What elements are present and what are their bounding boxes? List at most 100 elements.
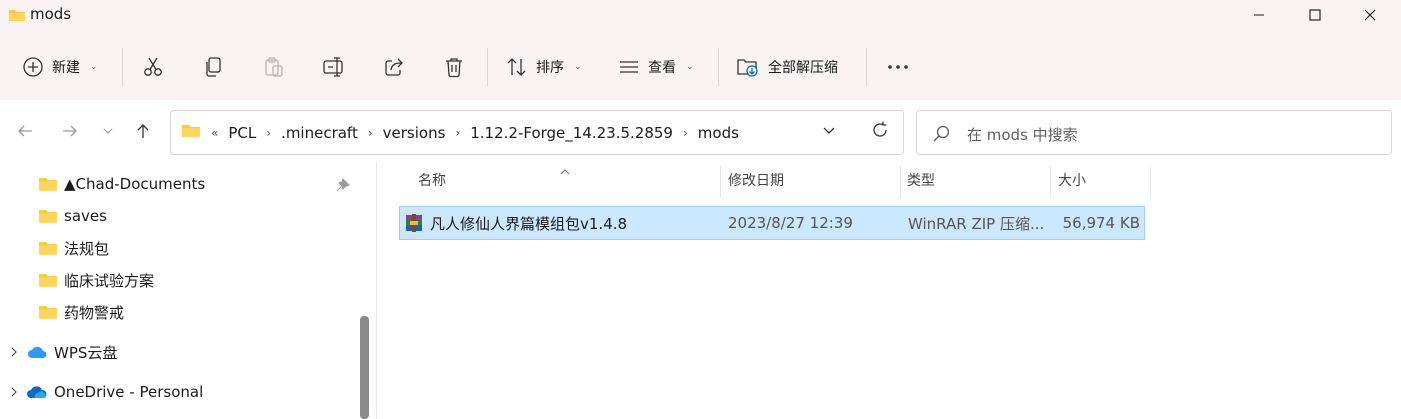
file-modified: 2023/8/27 12:39 <box>728 214 853 232</box>
copy-icon <box>206 57 221 77</box>
minimize-icon <box>1254 14 1264 16</box>
file-size: 56,974 KB <box>1062 214 1140 232</box>
chevron-right-icon[interactable]: › <box>368 126 373 140</box>
address-bar[interactable]: « PCL › .minecraft › versions › 1.12.2-F… <box>170 110 904 155</box>
command-bar: 新建 ⌄ 排序 ⌄ 查看 ⌄ 全部解压缩 <box>0 34 1401 100</box>
new-button[interactable]: 新建 ⌄ <box>22 48 98 86</box>
cut-button[interactable] <box>142 48 164 86</box>
paste-button[interactable] <box>263 48 285 86</box>
arrow-right-icon <box>63 125 77 137</box>
column-header-size[interactable]: 大小 <box>1050 162 1150 198</box>
view-icon <box>620 61 638 73</box>
delete-button[interactable] <box>443 48 465 86</box>
extract-icon <box>737 59 758 77</box>
refresh-button[interactable] <box>870 120 890 144</box>
column-divider[interactable] <box>1150 166 1151 198</box>
chevron-right-icon[interactable] <box>8 346 20 358</box>
winrar-archive-icon <box>406 214 422 232</box>
share-icon <box>385 58 403 76</box>
pin-icon <box>336 178 350 196</box>
sidebar-item-regulations[interactable]: 法规包 <box>38 234 109 262</box>
extract-label: 全部解压缩 <box>768 60 838 76</box>
maximize-button[interactable] <box>1292 0 1338 30</box>
sort-icon <box>507 58 526 76</box>
back-button[interactable] <box>12 118 38 144</box>
divider <box>718 48 719 86</box>
cut-icon <box>144 57 162 76</box>
share-button[interactable] <box>383 48 405 86</box>
rename-icon <box>323 57 343 77</box>
minimize-button[interactable] <box>1236 0 1282 30</box>
folder-icon <box>181 122 201 143</box>
delete-icon <box>446 58 462 78</box>
paste-icon <box>265 57 283 77</box>
column-header-modified[interactable]: 修改日期 <box>720 162 900 198</box>
column-header-name[interactable]: 名称 <box>410 162 720 198</box>
view-button[interactable]: 查看 ⌄ <box>618 48 694 86</box>
close-icon <box>1364 9 1376 21</box>
extract-all-button[interactable]: 全部解压缩 <box>736 48 838 86</box>
search-box[interactable]: 在 mods 中搜索 <box>916 110 1392 155</box>
onedrive-icon <box>27 386 47 398</box>
sidebar-item-chad-documents[interactable]: ▲Chad-Documents <box>38 170 205 198</box>
sidebar-scrollbar[interactable] <box>360 316 369 419</box>
chevron-right-icon[interactable]: › <box>455 126 460 140</box>
folder-icon <box>39 178 57 191</box>
new-label: 新建 <box>52 60 80 76</box>
forward-button[interactable] <box>57 118 83 144</box>
recent-locations-button[interactable] <box>95 118 121 144</box>
chevron-down-icon: ⌄ <box>90 62 98 72</box>
breadcrumb-item[interactable]: 1.12.2-Forge_14.23.5.2859 <box>470 124 673 142</box>
divider <box>122 48 123 86</box>
sidebar-item-wps-cloud[interactable]: WPS云盘 <box>8 338 117 366</box>
breadcrumb-item[interactable]: .minecraft <box>281 124 358 142</box>
table-row[interactable]: 凡人修仙人界篇模组包v1.4.8 2023/8/27 12:39 WinRAR … <box>399 206 1145 240</box>
chevron-down-icon: ⌄ <box>686 62 694 72</box>
navigation-bar: « PCL › .minecraft › versions › 1.12.2-F… <box>0 100 1401 162</box>
navigation-pane: ▲Chad-Documents saves 法规包 临床试验方案 药物警戒 WP… <box>0 162 376 419</box>
more-button[interactable] <box>886 48 910 86</box>
sidebar-item-label: OneDrive - Personal <box>54 383 204 401</box>
sidebar-item-label: 法规包 <box>64 239 110 258</box>
file-name: 凡人修仙人界篇模组包v1.4.8 <box>430 214 628 233</box>
sidebar-item-saves[interactable]: saves <box>38 202 107 230</box>
chevron-right-icon[interactable] <box>8 386 20 398</box>
plus-icon <box>23 57 43 77</box>
column-header-type[interactable]: 类型 <box>899 162 1049 198</box>
title-bar: mods <box>0 0 1401 32</box>
refresh-icon <box>873 121 887 137</box>
sidebar-item-label: WPS云盘 <box>54 343 118 362</box>
breadcrumb-item[interactable]: mods <box>698 124 739 142</box>
chevron-down-icon: ⌄ <box>574 62 582 72</box>
rename-button[interactable] <box>322 48 346 86</box>
up-button[interactable] <box>130 118 156 144</box>
address-history-button[interactable] <box>820 121 838 143</box>
sidebar-item-label: 临床试验方案 <box>64 271 155 290</box>
chevron-down-icon <box>823 127 835 134</box>
chevron-right-icon[interactable]: › <box>266 126 271 140</box>
folder-icon <box>39 242 57 255</box>
sidebar-item-label: 药物警戒 <box>64 303 125 322</box>
sidebar-item-label: saves <box>64 207 107 225</box>
arrow-left-icon <box>18 125 32 137</box>
breadcrumb-item[interactable]: versions <box>383 124 446 142</box>
search-icon <box>933 125 950 142</box>
close-button[interactable] <box>1347 0 1393 30</box>
window-title: mods <box>30 5 72 23</box>
maximize-icon <box>1309 9 1321 21</box>
breadcrumb-item[interactable]: PCL <box>228 124 256 142</box>
divider <box>487 48 488 86</box>
chevron-down-icon <box>103 128 113 134</box>
file-type: WinRAR ZIP 压缩... <box>908 214 1045 233</box>
divider <box>866 48 867 86</box>
sidebar-item-onedrive[interactable]: OneDrive - Personal <box>8 378 203 406</box>
file-name-cell: 凡人修仙人界篇模组包v1.4.8 <box>404 207 627 239</box>
sort-label: 排序 <box>536 60 564 76</box>
sidebar-item-pharmacovigilance[interactable]: 药物警戒 <box>38 298 124 326</box>
sort-button[interactable]: 排序 ⌄ <box>506 48 582 86</box>
chevron-right-icon[interactable]: › <box>683 126 688 140</box>
copy-button[interactable] <box>203 48 225 86</box>
breadcrumb-overflow[interactable]: « <box>211 126 218 140</box>
arrow-up-icon <box>137 124 149 138</box>
sidebar-item-clinical-trials[interactable]: 临床试验方案 <box>38 266 154 294</box>
